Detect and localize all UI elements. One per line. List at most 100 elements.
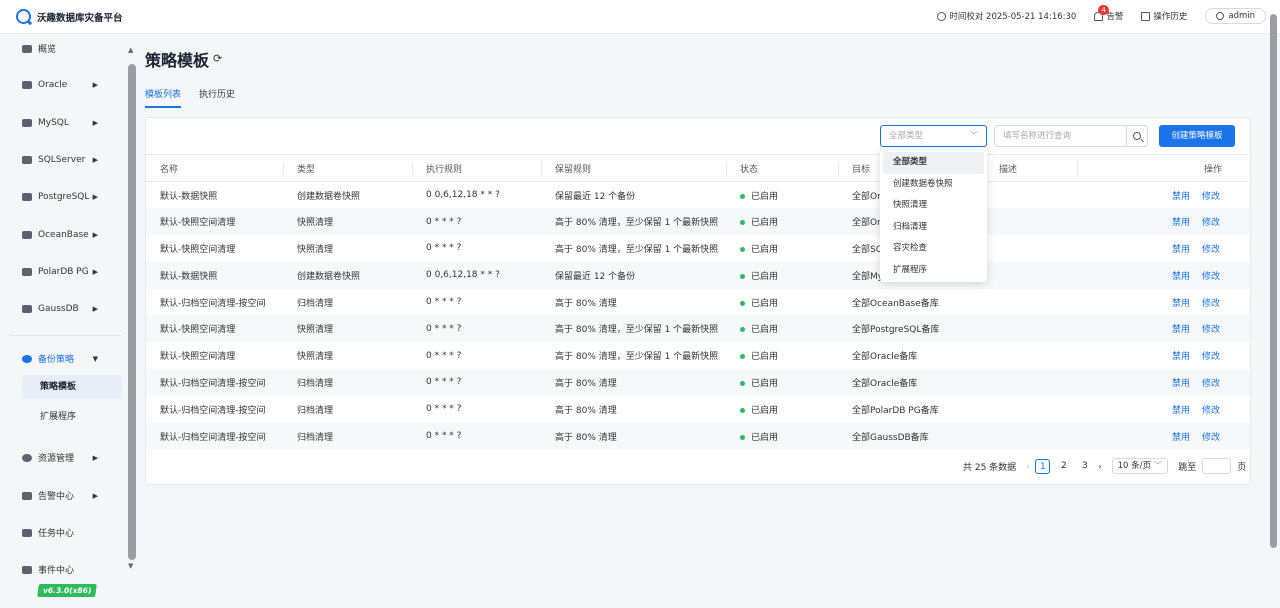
sidebar-item-backup-policy[interactable]: 备份策略 ▼ <box>22 352 102 365</box>
sidebar-item-sqlserver[interactable]: SQLServer ▶ <box>22 155 102 165</box>
edit-link[interactable]: 修改 <box>1202 272 1220 282</box>
cell-retention: 高于 80% 清理 <box>541 369 726 396</box>
status-dot-icon <box>740 434 745 440</box>
page-size-select[interactable]: 10 条/页 ﹀ <box>1111 458 1169 474</box>
sidebar-item-resource[interactable]: 资源管理 ▶ <box>22 451 102 464</box>
sidebar-item-alert-center[interactable]: 告警中心 ▶ <box>22 489 102 502</box>
dropdown-option[interactable]: 快照清理 <box>883 195 984 217</box>
cell-schedule: 0 * * * ? <box>426 243 462 254</box>
table-row: 默认-归档空间清理-按空间 归档清理 0 * * * ? 高于 80% 清理 已启用 全部… <box>146 422 1250 450</box>
chevron-down-icon: ﹀ <box>1153 461 1163 471</box>
tab-bar: 模板列表 执行历史 <box>145 87 235 108</box>
app-name: 沃趣数据库灾备平台 <box>37 12 123 24</box>
cell-desc <box>985 208 1077 236</box>
refresh-icon[interactable]: ⟳ <box>213 52 222 65</box>
edit-link[interactable]: 修改 <box>1202 245 1220 255</box>
disable-link[interactable]: 禁用 <box>1172 192 1190 202</box>
sidebar-item-mysql[interactable]: MySQL ▶ <box>22 118 102 128</box>
sidebar-item-overview[interactable]: 概览 <box>22 42 102 55</box>
version-badge: v6.3.0(x86) <box>37 584 98 597</box>
cell-desc <box>985 396 1077 423</box>
cell-schedule: 0 * * * ? <box>426 350 462 361</box>
chevron-down-icon: ﹀ <box>970 131 978 140</box>
cell-actions: 禁用 修改 <box>1077 396 1250 423</box>
sidebar-item-polardb[interactable]: PolarDB PG ▶ <box>22 267 102 277</box>
search-icon <box>1133 132 1141 140</box>
cell-desc <box>985 422 1077 450</box>
type-filter-placeholder: 全部类型 <box>889 131 924 141</box>
prev-page-icon[interactable]: ‹ <box>1026 462 1029 471</box>
cell-type: 快照清理 <box>297 352 334 363</box>
table-header-row: 名称 类型 执行规则 保留规则 状态 目标 描述 操作 <box>146 154 1250 182</box>
sidebar-item-oracle[interactable]: Oracle ▶ <box>22 80 102 90</box>
sidebar-subitem-extension[interactable]: 扩展程序 <box>22 405 122 429</box>
search-button[interactable] <box>1126 126 1147 146</box>
search-input[interactable] <box>995 126 1126 146</box>
dropdown-option[interactable]: 归档清理 <box>883 217 984 239</box>
sidebar-item-postgresql[interactable]: PostgreSQL ▶ <box>22 192 102 202</box>
sidebar-item-label: PolarDB PG <box>38 267 89 277</box>
tab-execution-history[interactable]: 执行历史 <box>199 87 235 108</box>
sidebar-scrollbar[interactable] <box>128 64 136 560</box>
create-template-button[interactable]: 创建策略模板 <box>1159 125 1235 147</box>
column-header: 名称 <box>146 154 283 182</box>
database-icon <box>22 305 32 313</box>
sidebar-item-label: GaussDB <box>38 304 79 314</box>
sidebar: 概览 Oracle ▶ MySQL ▶ SQLServer ▶ PostgreS… <box>0 34 138 608</box>
page-button[interactable]: 2 <box>1056 459 1071 474</box>
edit-link[interactable]: 修改 <box>1202 433 1220 443</box>
time-sync[interactable]: 时间校对 2025-05-21 14:16:30 <box>937 10 1076 22</box>
sidebar-scroll-down-icon[interactable]: ▼ <box>128 562 133 570</box>
dropdown-option[interactable]: 容灾检查 <box>883 238 984 260</box>
edit-link[interactable]: 修改 <box>1202 325 1220 335</box>
cell-status: 已启用 <box>726 422 838 450</box>
disable-link[interactable]: 禁用 <box>1172 325 1190 335</box>
edit-link[interactable]: 修改 <box>1202 379 1220 389</box>
disable-link[interactable]: 禁用 <box>1172 245 1190 255</box>
page-scrollbar[interactable] <box>1270 14 1277 548</box>
page-button[interactable]: 3 <box>1077 459 1092 474</box>
cell-schedule: 0 * * * ? <box>426 297 462 308</box>
sidebar-scroll-up-icon[interactable]: ▲ <box>128 46 133 54</box>
next-page-icon[interactable]: › <box>1098 462 1101 471</box>
sidebar-item-oceanbase[interactable]: OceanBase ▶ <box>22 230 102 240</box>
disable-link[interactable]: 禁用 <box>1172 299 1190 309</box>
page-button[interactable]: 1 <box>1035 458 1051 474</box>
dropdown-option[interactable]: 创建数据卷快照 <box>883 174 984 196</box>
resource-icon <box>22 453 32 462</box>
disable-link[interactable]: 禁用 <box>1172 433 1190 443</box>
cell-target: 全部GaussDB备库 <box>838 422 985 450</box>
edit-link[interactable]: 修改 <box>1202 192 1220 202</box>
user-menu[interactable]: admin <box>1205 8 1266 24</box>
type-filter-select[interactable]: 全部类型 ﹀ <box>880 125 987 147</box>
dropdown-option[interactable]: 全部类型 <box>883 152 984 174</box>
edit-link[interactable]: 修改 <box>1202 352 1220 362</box>
cell-name: 默认-数据快照 <box>146 261 283 289</box>
table-row: 默认-数据快照 创建数据卷快照 0 0,6,12,18 * * ? 保留最近 12 个… <box>146 261 1250 289</box>
disable-link[interactable]: 禁用 <box>1172 379 1190 389</box>
database-icon <box>22 119 32 127</box>
disable-link[interactable]: 禁用 <box>1172 406 1190 416</box>
tab-template-list[interactable]: 模板列表 <box>145 87 182 108</box>
chevron-right-icon: ▶ <box>92 491 98 500</box>
sidebar-subitem-policy-template[interactable]: 策略模板 <box>22 375 122 399</box>
disable-link[interactable]: 禁用 <box>1172 352 1190 362</box>
sidebar-item-task-center[interactable]: 任务中心 <box>22 526 102 539</box>
edit-link[interactable]: 修改 <box>1202 406 1220 416</box>
sidebar-item-gaussdb[interactable]: GaussDB ▶ <box>22 304 102 314</box>
cell-status: 已启用 <box>726 396 838 423</box>
edit-link[interactable]: 修改 <box>1202 218 1220 228</box>
brand[interactable]: 沃趣数据库灾备平台 <box>16 9 123 24</box>
edit-link[interactable]: 修改 <box>1202 299 1220 309</box>
status-text: 已启用 <box>751 378 779 389</box>
history-button[interactable]: 操作历史 <box>1141 10 1187 22</box>
chevron-right-icon: ▶ <box>92 231 98 239</box>
sidebar-item-event-center[interactable]: 事件中心 <box>22 563 102 576</box>
alert-button[interactable]: 4 告警 <box>1094 5 1123 22</box>
disable-link[interactable]: 禁用 <box>1172 272 1190 282</box>
table-row: 默认-归档空间清理-按空间 归档清理 0 * * * ? 高于 80% 清理 已启用 全部… <box>146 289 1250 316</box>
dropdown-option[interactable]: 扩展程序 <box>883 260 984 282</box>
jump-page-input[interactable] <box>1202 458 1232 474</box>
database-icon <box>22 156 32 164</box>
disable-link[interactable]: 禁用 <box>1172 218 1190 228</box>
